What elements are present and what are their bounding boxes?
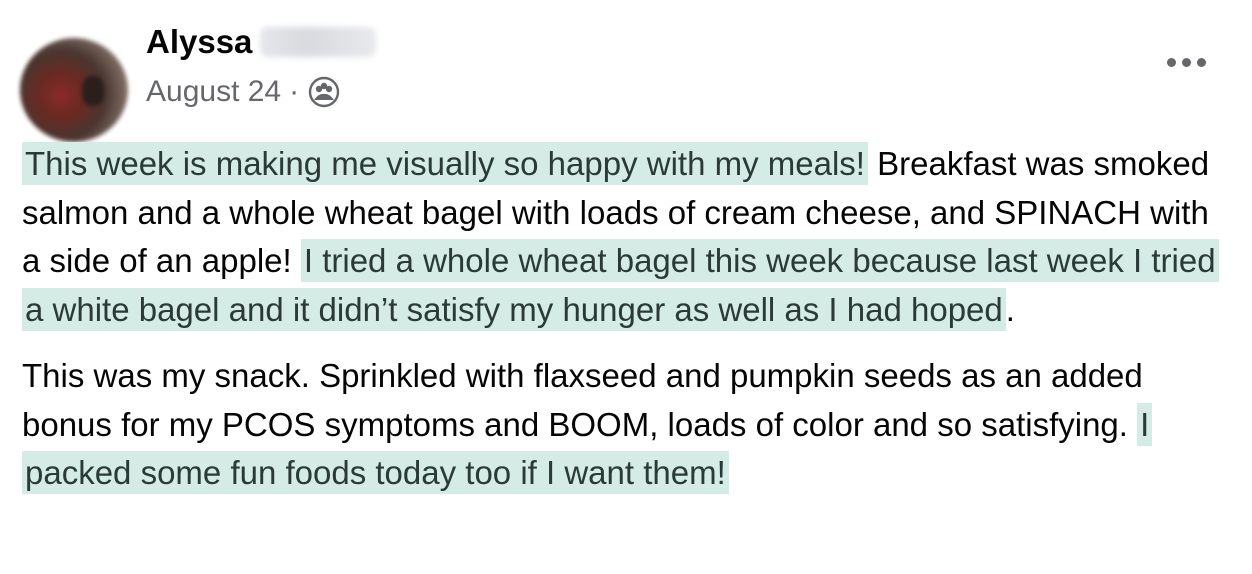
more-options-icon-dot bbox=[1166, 57, 1176, 67]
post-text: . bbox=[1005, 290, 1015, 328]
author-surname-redacted bbox=[260, 27, 377, 57]
post-text: This was my snack. Sprinkled with flaxse… bbox=[22, 357, 1143, 443]
more-options-icon-dot bbox=[1196, 57, 1206, 67]
author-row: Alyssa bbox=[146, 20, 377, 64]
friends-icon[interactable] bbox=[307, 75, 341, 109]
post-paragraph-2: This was my snack. Sprinkled with flaxse… bbox=[22, 352, 1234, 498]
post-meta: August 24 · bbox=[146, 70, 341, 114]
avatar-photo-detail bbox=[82, 76, 104, 106]
post-body: This week is making me visually so happy… bbox=[22, 140, 1234, 516]
post-date[interactable]: August 24 bbox=[146, 75, 281, 109]
more-options-icon-dot bbox=[1181, 57, 1191, 67]
avatar[interactable] bbox=[20, 38, 128, 142]
meta-separator: · bbox=[289, 75, 300, 108]
author-name[interactable]: Alyssa bbox=[146, 23, 252, 61]
more-options-button[interactable] bbox=[1158, 44, 1214, 80]
post-card: Alyssa August 24 · This week is making m… bbox=[0, 0, 1252, 574]
post-paragraph-1: This week is making me visually so happy… bbox=[22, 140, 1234, 334]
highlighted-text: This week is making me visually so happy… bbox=[22, 142, 868, 185]
